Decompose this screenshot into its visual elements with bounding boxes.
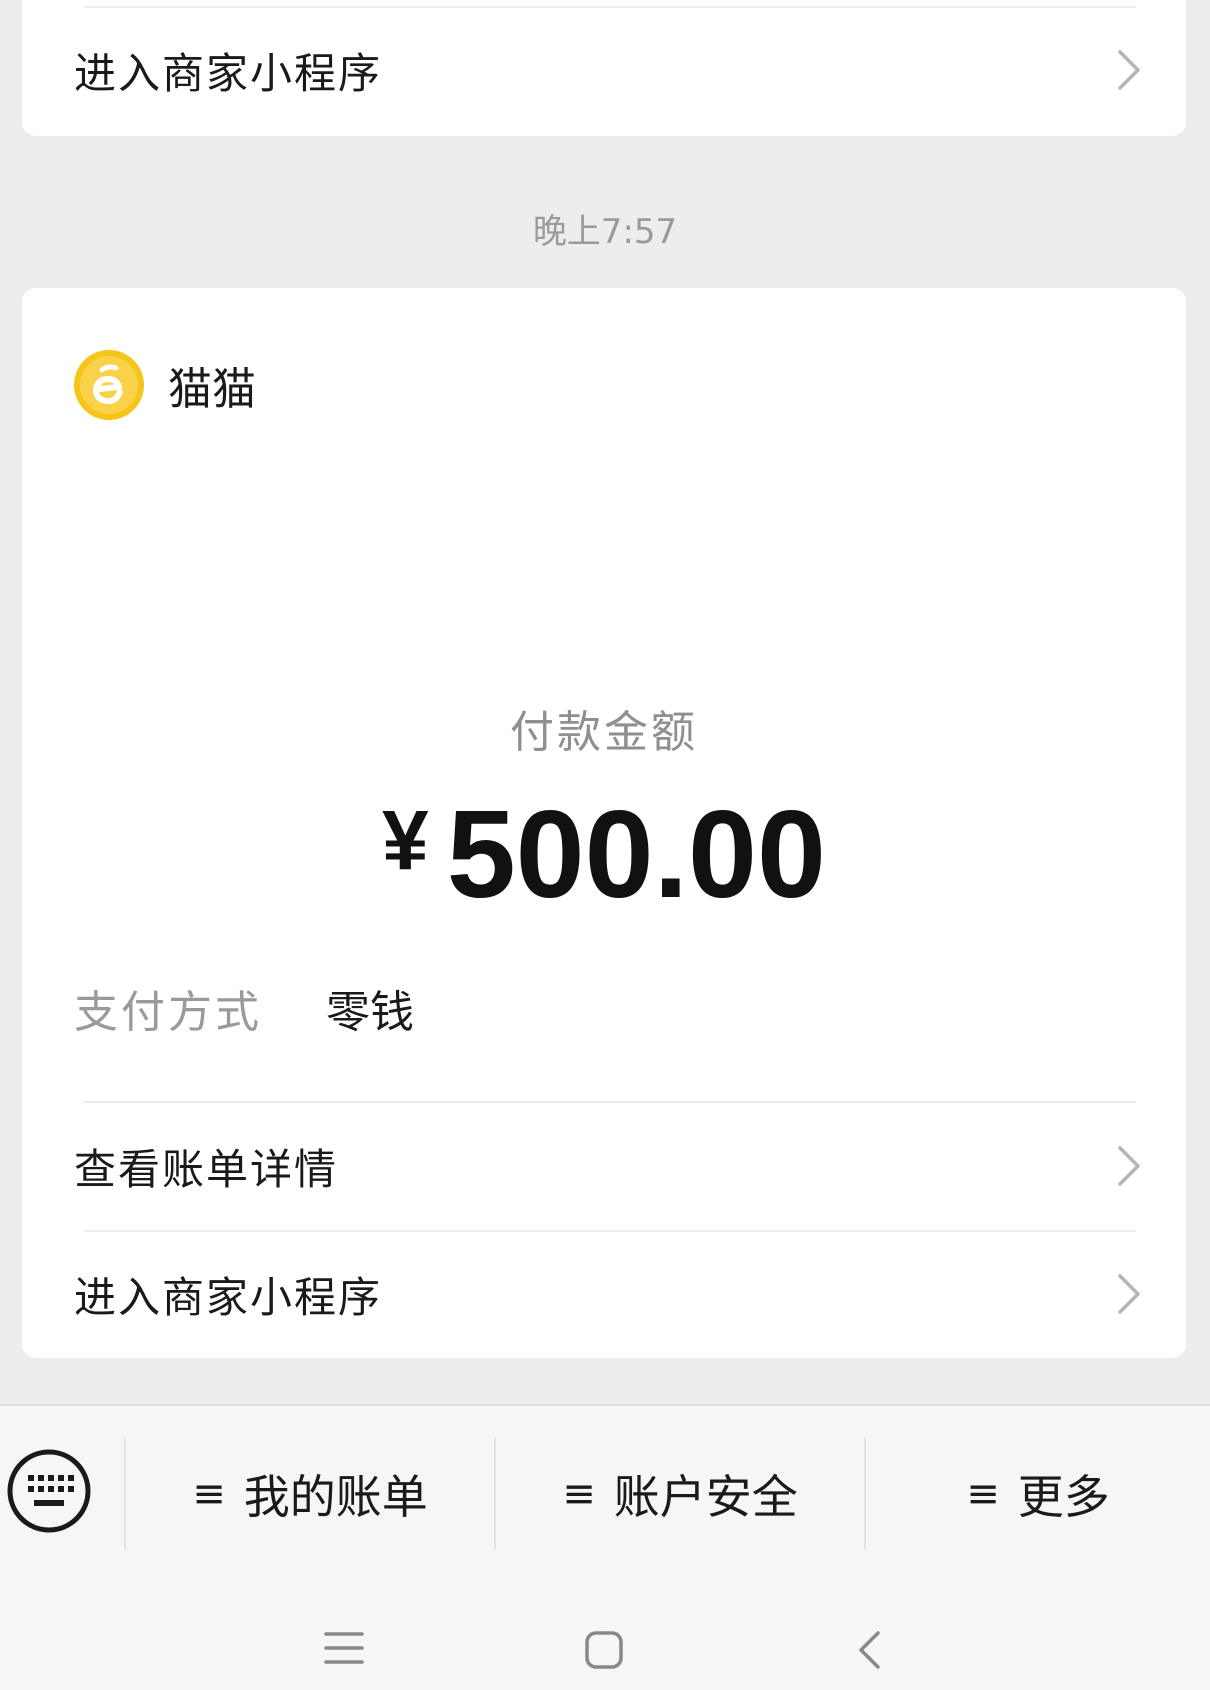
payment-method-label: 支付方式	[74, 987, 262, 1038]
row-divider	[84, 1230, 1136, 1232]
back-icon[interactable]	[856, 1630, 882, 1670]
amount-label: 付款金额	[510, 707, 698, 758]
payment-amount: ¥500.00	[22, 784, 1186, 926]
home-icon[interactable]	[584, 1630, 624, 1670]
payment-method-value: 零钱	[326, 987, 414, 1038]
currency-symbol: ¥	[382, 793, 429, 887]
menu-label: 我的账单	[243, 1470, 428, 1524]
payment-card: 猫猫 付款金额 ¥500.00 支付方式 零钱 查看账单详情 进入商家小程序	[22, 288, 1186, 1358]
row-label: 进入商家小程序	[74, 48, 383, 98]
menu-label: 账户安全	[613, 1470, 798, 1524]
my-bills-menu-button[interactable]: ≡ 我的账单	[126, 1454, 494, 1534]
chevron-right-icon	[1118, 50, 1140, 90]
top-transaction-card: 进入商家小程序	[22, 0, 1186, 136]
system-nav-bar	[0, 1580, 1210, 1690]
merchant-name: 猫猫	[168, 364, 256, 415]
hamburger-icon: ≡	[192, 1471, 226, 1517]
row-label: 进入商家小程序	[74, 1272, 383, 1322]
row-divider	[84, 6, 1136, 8]
message-timestamp: 晚上7:57	[532, 212, 678, 252]
recent-apps-icon[interactable]	[324, 1630, 364, 1666]
amount-value: 500.00	[446, 786, 826, 924]
payment-method: 支付方式 零钱	[74, 976, 414, 1040]
enter-miniprogram-row-top[interactable]: 进入商家小程序	[22, 22, 1186, 118]
row-label: 查看账单详情	[74, 1144, 339, 1194]
merchant-logo-icon	[74, 350, 144, 420]
bill-details-row[interactable]: 查看账单详情	[22, 1118, 1186, 1214]
menu-label: 更多	[1017, 1470, 1110, 1524]
enter-miniprogram-row[interactable]: 进入商家小程序	[22, 1246, 1186, 1342]
row-divider	[84, 1101, 1136, 1103]
hamburger-icon: ≡	[562, 1471, 596, 1517]
account-security-menu-button[interactable]: ≡ 账户安全	[496, 1454, 864, 1534]
hamburger-icon: ≡	[966, 1471, 1000, 1517]
merchant-header[interactable]: 猫猫	[74, 350, 256, 420]
keyboard-icon[interactable]	[6, 1448, 92, 1534]
bottom-menu-bar: ≡ 我的账单 ≡ 账户安全 ≡ 更多	[0, 1404, 1210, 1582]
chevron-right-icon	[1118, 1274, 1140, 1314]
chevron-right-icon	[1118, 1146, 1140, 1186]
more-menu-button[interactable]: ≡ 更多	[866, 1454, 1210, 1534]
